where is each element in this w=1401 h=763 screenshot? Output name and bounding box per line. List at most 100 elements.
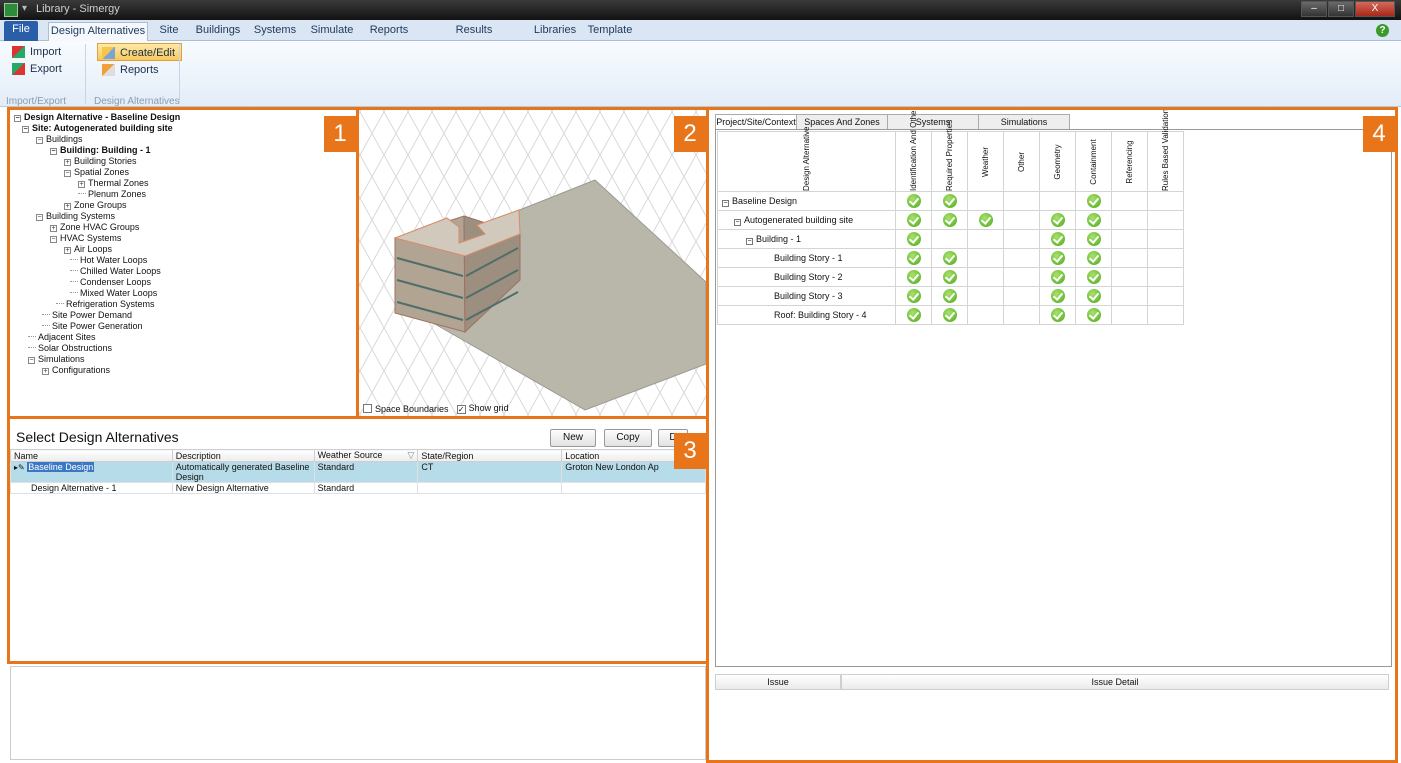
expand-icon[interactable]: +: [64, 159, 71, 166]
collapse-icon[interactable]: −: [14, 115, 21, 122]
validation-row[interactable]: − Autogenerated building site: [717, 210, 1184, 230]
cell-weather-source[interactable]: Standard: [313, 461, 419, 483]
tree-item[interactable]: Mixed Water Loops: [70, 288, 157, 299]
tab-libraries[interactable]: Libraries: [532, 22, 578, 41]
tree-item[interactable]: − Simulations: [28, 354, 85, 365]
tab-file[interactable]: File: [4, 21, 38, 41]
tree-item[interactable]: + Building Stories: [64, 156, 137, 167]
column-header-weather-source[interactable]: Weather Source ▽: [313, 449, 419, 462]
expand-icon[interactable]: +: [64, 247, 71, 254]
tab-design-alternatives[interactable]: Design Alternatives: [48, 22, 148, 42]
tree-item[interactable]: − Spatial Zones: [64, 167, 129, 178]
quick-access-dropdown-icon[interactable]: ▾: [22, 3, 27, 14]
space-boundaries-toggle[interactable]: Space Boundaries: [363, 403, 449, 414]
collapse-icon[interactable]: −: [22, 126, 29, 133]
filter-icon[interactable]: ▽: [407, 450, 414, 461]
create-edit-button[interactable]: Create/Edit: [97, 43, 183, 61]
tree-item[interactable]: − Site: Autogenerated building site: [22, 123, 173, 134]
collapse-icon[interactable]: −: [36, 214, 43, 221]
tree-item[interactable]: Condenser Loops: [70, 277, 151, 288]
tree-item[interactable]: + Zone HVAC Groups: [50, 222, 139, 233]
validation-row[interactable]: − Building - 1: [717, 229, 1184, 249]
show-grid-checkbox[interactable]: ✓: [456, 405, 466, 414]
tree-item[interactable]: Site Power Demand: [42, 310, 132, 321]
tree-item[interactable]: Adjacent Sites: [28, 332, 96, 343]
tree-item[interactable]: Solar Obstructions: [28, 343, 112, 354]
validation-row[interactable]: Roof: Building Story - 4: [717, 305, 1184, 325]
validation-column-header[interactable]: Geometry: [1039, 131, 1076, 192]
maximize-button[interactable]: □: [1328, 1, 1354, 17]
collapse-icon[interactable]: −: [64, 170, 71, 177]
validation-row[interactable]: − Baseline Design: [717, 191, 1184, 211]
cell-state-region[interactable]: [417, 482, 563, 494]
tab-reports[interactable]: Reports: [366, 22, 412, 41]
tree-item[interactable]: − HVAC Systems: [50, 233, 121, 244]
collapse-icon[interactable]: −: [734, 218, 741, 226]
column-header-description[interactable]: Description: [171, 449, 315, 462]
space-boundaries-checkbox[interactable]: [363, 403, 372, 413]
tab-site[interactable]: Site: [154, 22, 184, 41]
validation-row[interactable]: Building Story - 3: [717, 286, 1184, 306]
validation-column-header[interactable]: Rules Based Validation: [1147, 110, 1184, 192]
tree-item[interactable]: − Buildings: [36, 134, 83, 145]
cell-weather-source[interactable]: Standard: [313, 482, 419, 494]
tree-item[interactable]: + Zone Groups: [64, 200, 127, 211]
expand-icon[interactable]: +: [64, 203, 71, 210]
tree-item[interactable]: Chilled Water Loops: [70, 266, 161, 277]
expand-icon[interactable]: +: [78, 181, 85, 188]
column-header-state-region[interactable]: State/Region: [417, 449, 563, 462]
tab-systems[interactable]: Systems: [887, 114, 979, 130]
validation-column-header[interactable]: Design Alternative: [717, 126, 896, 192]
tree-item[interactable]: − Building: Building - 1: [50, 145, 150, 156]
tab-buildings[interactable]: Buildings: [194, 22, 242, 41]
tree-item[interactable]: + Air Loops: [64, 244, 112, 255]
validation-column-header[interactable]: Other: [1003, 131, 1040, 192]
tree-item[interactable]: Hot Water Loops: [70, 255, 147, 266]
column-header-issue-detail[interactable]: Issue Detail: [841, 674, 1389, 690]
help-icon[interactable]: ?: [1376, 24, 1389, 37]
validation-column-header[interactable]: Weather: [967, 131, 1004, 192]
reports-button[interactable]: Reports: [98, 61, 159, 79]
expand-icon[interactable]: +: [50, 225, 57, 232]
validation-column-header[interactable]: Referencing: [1111, 131, 1148, 192]
cell-state-region[interactable]: CT: [417, 461, 563, 483]
3d-viewport[interactable]: [359, 110, 706, 416]
cell-name[interactable]: ▸✎ Baseline Design: [10, 461, 173, 483]
table-row[interactable]: Design Alternative - 1 New Design Altern…: [10, 482, 706, 494]
validation-column-header[interactable]: Identification And Other Data: [895, 110, 932, 192]
collapse-icon[interactable]: −: [28, 357, 35, 364]
tab-project-site-context[interactable]: Project/Site/Context: [715, 114, 797, 130]
tree-item[interactable]: Plenum Zones: [78, 189, 146, 200]
copy-button[interactable]: Copy: [604, 429, 652, 447]
tree-item[interactable]: + Thermal Zones: [78, 178, 149, 189]
validation-row[interactable]: Building Story - 2: [717, 267, 1184, 287]
tree-item[interactable]: − Design Alternative - Baseline Design: [14, 112, 180, 123]
collapse-icon[interactable]: −: [50, 148, 57, 155]
export-button[interactable]: Export: [8, 60, 62, 78]
app-icon[interactable]: [4, 3, 18, 17]
tree-item[interactable]: − Building Systems: [36, 211, 115, 222]
show-grid-toggle[interactable]: ✓ Show grid: [456, 403, 509, 414]
validation-column-header[interactable]: Required Properties: [931, 119, 968, 192]
cell-description[interactable]: New Design Alternative: [171, 482, 315, 494]
collapse-icon[interactable]: −: [50, 236, 57, 243]
tab-results-visualization[interactable]: Results Visualization: [424, 22, 524, 53]
cell-name[interactable]: Design Alternative - 1: [10, 482, 173, 494]
table-row[interactable]: ▸✎ Baseline Design Automatically generat…: [10, 461, 706, 483]
validation-column-header[interactable]: Containment: [1075, 131, 1112, 192]
collapse-icon[interactable]: −: [36, 137, 43, 144]
tree-item[interactable]: Site Power Generation: [42, 321, 143, 332]
tab-simulate[interactable]: Simulate: [308, 22, 356, 41]
cell-location[interactable]: [561, 482, 706, 494]
minimize-button[interactable]: –: [1301, 1, 1327, 17]
expand-icon[interactable]: +: [42, 368, 49, 375]
column-header-issue[interactable]: Issue: [715, 674, 841, 690]
close-button[interactable]: X: [1355, 1, 1395, 17]
column-header-name[interactable]: Name: [10, 449, 173, 462]
collapse-icon[interactable]: −: [746, 237, 753, 245]
collapse-icon[interactable]: −: [722, 199, 729, 207]
tree-item[interactable]: Refrigeration Systems: [56, 299, 155, 310]
tab-systems[interactable]: Systems: [252, 22, 298, 41]
new-button[interactable]: New: [550, 429, 596, 447]
validation-row[interactable]: Building Story - 1: [717, 248, 1184, 268]
